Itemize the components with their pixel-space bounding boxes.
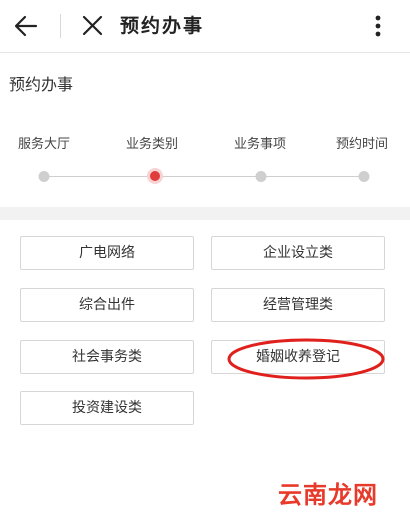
step-label-business-category: 业务类别 (125, 137, 179, 152)
category-button-broadcast-network[interactable]: 广电网络 (20, 236, 194, 270)
step-label-booking-time: 预约时间 (335, 137, 389, 152)
watermark-logo: 云南龙网 (278, 481, 378, 509)
category-button-social-affairs[interactable]: 社会事务类 (20, 340, 194, 374)
arrow-left-icon (14, 15, 38, 37)
step-dot-booking-time (358, 171, 370, 182)
step-progress: 服务大厅 业务类别 业务事项 预约时间 (0, 133, 410, 153)
more-vertical-icon (375, 15, 381, 37)
category-button-business-management[interactable]: 经营管理类 (211, 288, 385, 322)
category-button-investment-construction[interactable]: 投资建设类 (20, 391, 194, 425)
more-options-button[interactable] (366, 10, 390, 42)
page-title: 预约办事 (9, 75, 74, 94)
booking-header-section: 预约办事 服务大厅 业务类别 业务事项 预约时间 (0, 53, 410, 207)
category-button-enterprise-setup[interactable]: 企业设立类 (211, 236, 385, 270)
topbar-title: 预约办事 (120, 15, 205, 37)
step-dot-service-hall (38, 171, 50, 182)
step-label-service-hall: 服务大厅 (17, 137, 71, 152)
close-button[interactable] (76, 10, 108, 42)
step-progress-line (44, 176, 364, 177)
close-icon (82, 15, 103, 36)
topbar-divider (60, 14, 61, 38)
top-navigation-bar: 预约办事 (0, 0, 410, 53)
category-button-comprehensive-issuance[interactable]: 综合出件 (20, 288, 194, 322)
category-grid: 广电网络 企业设立类 综合出件 经营管理类 社会事务类 婚姻收养登记 投资建设类… (0, 220, 410, 516)
step-label-business-item: 业务事项 (233, 137, 287, 152)
category-button-marriage-adoption[interactable]: 婚姻收养登记 (211, 340, 385, 374)
back-button[interactable] (10, 10, 42, 42)
step-dot-business-item (255, 171, 267, 182)
step-dot-business-category-active (150, 171, 160, 181)
